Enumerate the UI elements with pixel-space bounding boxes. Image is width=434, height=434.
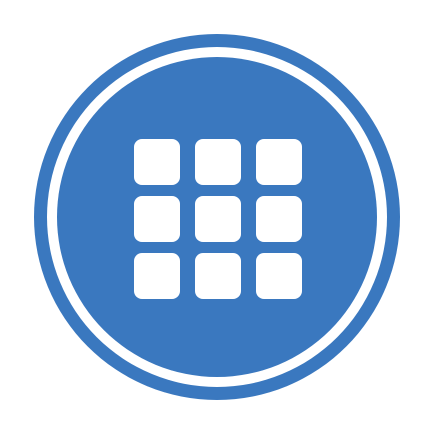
grid-tile [256,253,302,299]
grid-tile [195,139,241,185]
grid-tile [134,139,180,185]
grid-tile [256,139,302,185]
app-grid-icon[interactable] [0,0,434,434]
grid-tile [134,253,180,299]
grid-tile [195,253,241,299]
icon-canvas [0,0,434,434]
grid-tile [195,196,241,242]
tile-grid [134,139,302,299]
grid-tile [256,196,302,242]
grid-tile [134,196,180,242]
